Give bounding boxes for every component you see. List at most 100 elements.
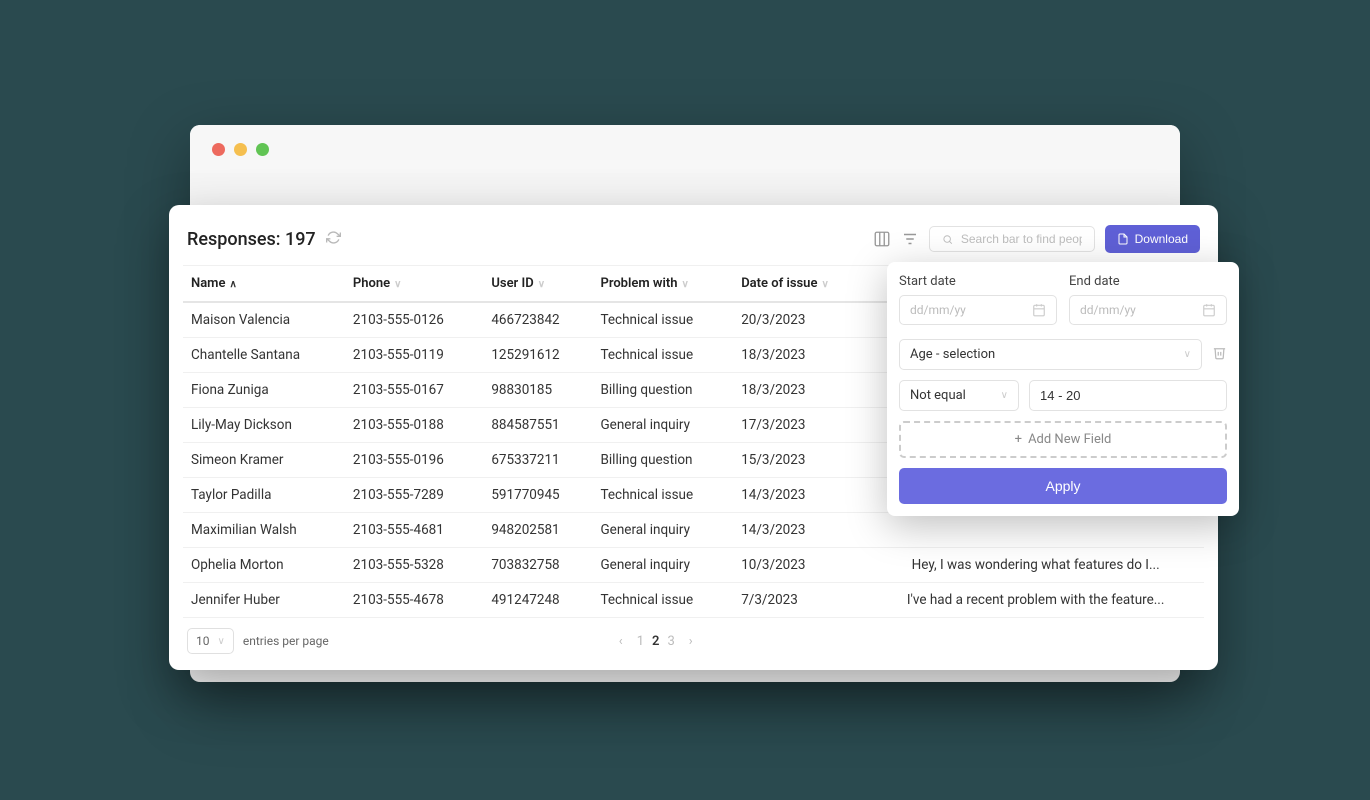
table-row[interactable]: Jennifer Huber2103-555-4678491247248Tech… (183, 583, 1204, 618)
panel-header: Responses: 197 Download (183, 225, 1204, 265)
cell-problem: Billing question (592, 373, 733, 408)
page-prev[interactable]: ‹ (619, 634, 623, 649)
table-row[interactable]: Ophelia Morton2103-555-5328703832758Gene… (183, 548, 1204, 583)
cell-date: 17/3/2023 (733, 408, 867, 443)
window-close-icon[interactable] (212, 143, 225, 156)
search-field[interactable] (961, 232, 1082, 246)
cell-name: Maison Valencia (183, 302, 345, 338)
cell-problem: General inquiry (592, 513, 733, 548)
cell-name: Simeon Kramer (183, 443, 345, 478)
cell-phone: 2103-555-0119 (345, 338, 483, 373)
window-maximize-icon[interactable] (256, 143, 269, 156)
cell-userid: 675337211 (483, 443, 592, 478)
apply-button[interactable]: Apply (899, 468, 1227, 504)
cell-problem: General inquiry (592, 408, 733, 443)
col-phone[interactable]: Phone∨ (345, 266, 483, 303)
cell-userid: 98830185 (483, 373, 592, 408)
refresh-icon[interactable] (326, 230, 341, 249)
table-row[interactable]: Maximilian Walsh2103-555-4681948202581Ge… (183, 513, 1204, 548)
cell-date: 15/3/2023 (733, 443, 867, 478)
cell-problem: Technical issue (592, 478, 733, 513)
entries-select[interactable]: 10 ∨ (187, 628, 234, 654)
plus-icon: + (1015, 432, 1022, 447)
delete-filter-icon[interactable] (1212, 345, 1227, 364)
chevron-down-icon: ∨ (682, 279, 689, 290)
cell-problem: Technical issue (592, 338, 733, 373)
cell-date: 18/3/2023 (733, 338, 867, 373)
start-date-label: Start date (899, 274, 1057, 289)
cell-userid: 125291612 (483, 338, 592, 373)
cell-name: Taylor Padilla (183, 478, 345, 513)
cell-userid: 591770945 (483, 478, 592, 513)
col-userid[interactable]: User ID∨ (483, 266, 592, 303)
page-1[interactable]: 1 (637, 634, 644, 649)
add-field-button[interactable]: + Add New Field (899, 421, 1227, 458)
cell-name: Lily-May Dickson (183, 408, 345, 443)
cell-name: Jennifer Huber (183, 583, 345, 618)
page-2[interactable]: 2 (652, 634, 659, 649)
cell-userid: 466723842 (483, 302, 592, 338)
cell-phone: 2103-555-0126 (345, 302, 483, 338)
filter-panel: Start date dd/mm/yy End date dd/mm/yy Ag… (887, 262, 1239, 516)
cell-phone: 2103-555-0188 (345, 408, 483, 443)
chevron-down-icon: ∨ (538, 279, 545, 290)
cell-date: 10/3/2023 (733, 548, 867, 583)
cell-desc: Hey, I was wondering what features do I.… (867, 548, 1204, 583)
start-date-input[interactable]: dd/mm/yy (899, 295, 1057, 325)
filter-icon[interactable] (901, 230, 919, 248)
cell-date: 14/3/2023 (733, 478, 867, 513)
calendar-icon (1202, 303, 1216, 317)
chevron-down-icon: ∨ (821, 279, 828, 290)
col-problem[interactable]: Problem with∨ (592, 266, 733, 303)
cell-phone: 2103-555-4681 (345, 513, 483, 548)
cell-name: Maximilian Walsh (183, 513, 345, 548)
cell-phone: 2103-555-7289 (345, 478, 483, 513)
table-footer: 10 ∨ entries per page ‹ 123 › (183, 618, 1204, 658)
cell-userid: 491247248 (483, 583, 592, 618)
sort-asc-icon: ∧ (229, 279, 236, 290)
calendar-icon (1032, 303, 1046, 317)
end-date-label: End date (1069, 274, 1227, 289)
cell-phone: 2103-555-4678 (345, 583, 483, 618)
cell-desc (867, 513, 1204, 548)
entries-label: entries per page (243, 634, 329, 648)
end-date-input[interactable]: dd/mm/yy (1069, 295, 1227, 325)
cell-date: 14/3/2023 (733, 513, 867, 548)
columns-icon[interactable] (873, 230, 891, 248)
col-date[interactable]: Date of issue∨ (733, 266, 867, 303)
cell-name: Chantelle Santana (183, 338, 345, 373)
filter-operator-select[interactable]: Not equal ∨ (899, 380, 1019, 411)
cell-userid: 884587551 (483, 408, 592, 443)
cell-name: Ophelia Morton (183, 548, 345, 583)
cell-userid: 703832758 (483, 548, 592, 583)
filter-value-input[interactable] (1029, 380, 1227, 411)
window-minimize-icon[interactable] (234, 143, 247, 156)
filter-field-select[interactable]: Age - selection ∨ (899, 339, 1202, 370)
cell-desc: I've had a recent problem with the featu… (867, 583, 1204, 618)
pagination: ‹ 123 › (619, 634, 693, 649)
col-name[interactable]: Name∧ (183, 266, 345, 303)
cell-userid: 948202581 (483, 513, 592, 548)
download-label: Download (1135, 232, 1188, 246)
chevron-down-icon: ∨ (394, 279, 401, 290)
cell-problem: General inquiry (592, 548, 733, 583)
cell-problem: Billing question (592, 443, 733, 478)
page-next[interactable]: › (689, 634, 693, 649)
cell-date: 20/3/2023 (733, 302, 867, 338)
cell-date: 7/3/2023 (733, 583, 867, 618)
page-3[interactable]: 3 (667, 634, 674, 649)
download-button[interactable]: Download (1105, 225, 1200, 253)
cell-date: 18/3/2023 (733, 373, 867, 408)
chevron-down-icon: ∨ (1001, 390, 1008, 401)
page-title: Responses: 197 (187, 229, 316, 250)
cell-phone: 2103-555-0196 (345, 443, 483, 478)
cell-name: Fiona Zuniga (183, 373, 345, 408)
browser-titlebar (190, 125, 1180, 173)
cell-phone: 2103-555-0167 (345, 373, 483, 408)
chevron-down-icon: ∨ (218, 636, 225, 647)
cell-problem: Technical issue (592, 583, 733, 618)
cell-phone: 2103-555-5328 (345, 548, 483, 583)
chevron-down-icon: ∨ (1184, 349, 1191, 360)
search-input[interactable] (929, 226, 1095, 252)
cell-problem: Technical issue (592, 302, 733, 338)
